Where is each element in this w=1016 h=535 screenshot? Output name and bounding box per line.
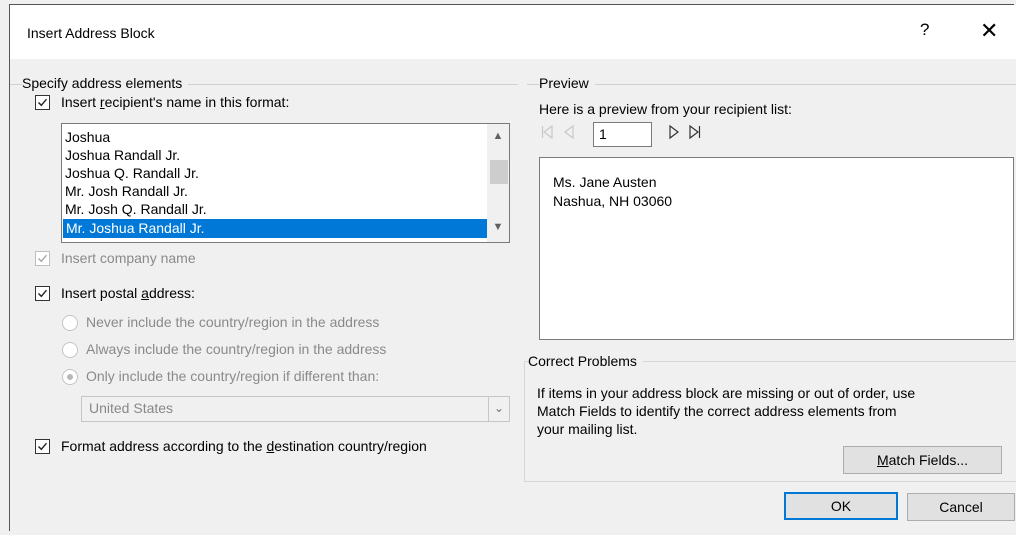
chevron-down-icon[interactable]: ⌄ [488, 397, 509, 421]
format-destination-checkbox[interactable] [35, 439, 50, 454]
country-dropdown[interactable]: United States ⌄ [81, 396, 510, 422]
company-name-label[interactable]: Insert company name [61, 250, 196, 266]
only-different-radio[interactable] [62, 369, 78, 385]
list-scrollbar[interactable]: ▲ ▼ [487, 124, 509, 242]
list-item[interactable]: Joshua Randall Jr. [65, 146, 180, 165]
only-different-label[interactable]: Only include the country/region if diffe… [86, 368, 379, 384]
postal-address-checkbox[interactable] [35, 286, 50, 301]
format-destination-label[interactable]: Format address according to the destinat… [61, 438, 427, 454]
address-elements-label: Specify address elements [22, 75, 189, 91]
country-value: United States [89, 400, 174, 416]
dialog-title: Insert Address Block [27, 25, 155, 41]
scroll-thumb[interactable] [490, 160, 508, 184]
postal-address-label[interactable]: Insert postal address: [61, 285, 195, 301]
preview-line-city: Nashua, NH 03060 [553, 193, 673, 209]
preview-line-name: Ms. Jane Austen [553, 174, 657, 190]
recipient-name-label[interactable]: Insert recipient's name in this format: [61, 94, 289, 110]
check-icon [38, 98, 48, 107]
first-record-icon[interactable] [541, 124, 553, 143]
next-record-icon[interactable] [668, 124, 680, 143]
company-name-checkbox[interactable] [35, 251, 50, 266]
ok-button[interactable]: OK [784, 492, 898, 520]
cancel-button[interactable]: Cancel [907, 493, 1015, 521]
always-country-radio[interactable] [62, 342, 78, 358]
list-item[interactable]: Mr. Josh Q. Randall Jr. [65, 200, 207, 219]
scroll-down-icon[interactable]: ▼ [487, 221, 509, 233]
title-bar [10, 5, 1016, 59]
never-country-radio[interactable] [62, 315, 78, 331]
radio-selected-dot [67, 374, 73, 380]
last-record-icon[interactable] [689, 124, 701, 143]
check-icon [38, 254, 48, 263]
address-preview-box: Ms. Jane Austen Nashua, NH 03060 [539, 157, 1014, 340]
always-country-label[interactable]: Always include the country/region in the… [86, 341, 386, 357]
close-button[interactable]: ✕ [980, 18, 998, 44]
correct-problems-text-1: If items in your address block are missi… [537, 385, 916, 401]
never-country-label[interactable]: Never include the country/region in the … [86, 314, 379, 330]
correct-problems-label: Correct Problems [528, 353, 643, 369]
previous-record-icon[interactable] [563, 124, 575, 143]
preview-label: Preview [539, 75, 595, 91]
record-number-input[interactable]: 1 [593, 122, 652, 147]
check-icon [38, 442, 48, 451]
recipient-name-checkbox[interactable] [35, 95, 50, 110]
preview-subtitle: Here is a preview from your recipient li… [539, 101, 792, 117]
list-item[interactable]: Joshua [65, 128, 110, 147]
correct-problems-text-3: your mailing list. [537, 421, 638, 437]
list-item[interactable]: Joshua Q. Randall Jr. [65, 164, 199, 183]
list-item-selected[interactable]: Mr. Joshua Randall Jr. [63, 219, 487, 238]
help-button[interactable]: ? [920, 20, 929, 40]
scroll-up-icon[interactable]: ▲ [487, 130, 509, 142]
name-format-list[interactable]: Joshua Joshua Randall Jr. Joshua Q. Rand… [61, 123, 510, 243]
match-fields-button[interactable]: Match Fields... [843, 446, 1002, 474]
list-item[interactable]: Mr. Josh Randall Jr. [65, 182, 188, 201]
correct-problems-text-2: Match Fields to identify the correct add… [537, 403, 897, 419]
check-icon [38, 289, 48, 298]
